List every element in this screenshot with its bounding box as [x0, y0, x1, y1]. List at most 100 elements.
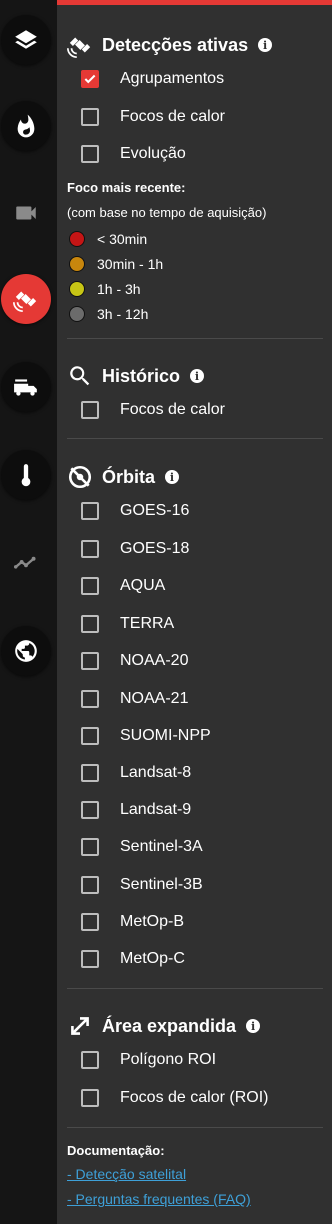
divider: [67, 338, 323, 339]
checkbox[interactable]: [81, 690, 99, 708]
option-sentinel-3b[interactable]: Sentinel-3B: [81, 874, 203, 896]
option-label: Agrupamentos: [120, 70, 225, 87]
option-label: Polígono ROI: [120, 1051, 217, 1068]
legend-label: 30min - 1h: [97, 256, 164, 272]
option-label: Evolução: [120, 145, 186, 162]
option-label: AQUA: [120, 577, 166, 594]
option-label: Focos de calor (ROI): [120, 1089, 269, 1106]
satellite-icon: [67, 32, 93, 58]
checkbox[interactable]: [81, 950, 99, 968]
fire-truck-button[interactable]: [1, 362, 51, 412]
legend-item: < 30min: [69, 230, 147, 248]
legend-label: 3h - 12h: [97, 306, 149, 322]
checkbox[interactable]: [81, 145, 99, 163]
divider: [67, 988, 323, 989]
option-label: MetOp-C: [120, 950, 185, 967]
legend-dot-red: [69, 231, 85, 247]
checkbox[interactable]: [81, 1089, 99, 1107]
layers-icon: [15, 30, 37, 49]
deteccoes-title: Detecções ativas i: [67, 32, 273, 58]
info-icon[interactable]: i: [246, 1019, 261, 1033]
accent-bar: [57, 0, 332, 5]
doc-link-faq[interactable]: - Perguntas frequentes (FAQ): [67, 1191, 251, 1207]
option-landsat-8[interactable]: Landsat-8: [81, 762, 191, 784]
tool-rail: [0, 0, 57, 1224]
option-focos-roi[interactable]: Focos de calor (ROI): [81, 1087, 268, 1109]
checkbox[interactable]: [81, 876, 99, 894]
option-landsat-9[interactable]: Landsat-9: [81, 799, 191, 821]
checkbox[interactable]: [81, 838, 99, 856]
option-label: MetOp-B: [120, 913, 185, 930]
checkbox[interactable]: [81, 1051, 99, 1069]
divider: [67, 438, 323, 439]
fire-button[interactable]: [1, 101, 51, 151]
option-aqua[interactable]: AQUA: [81, 575, 165, 597]
option-label: Sentinel-3B: [120, 876, 203, 893]
checkbox[interactable]: [81, 652, 99, 670]
legend-item: 1h - 3h: [69, 280, 141, 298]
documentation-title: Documentação:: [67, 1143, 165, 1158]
checkbox[interactable]: [81, 502, 99, 520]
option-evolucao[interactable]: Evolução: [81, 143, 186, 165]
option-label: Sentinel-3A: [120, 838, 203, 855]
doc-link-deteccao[interactable]: - Detecção satelital: [67, 1166, 186, 1182]
globe-icon: [15, 640, 37, 662]
option-label: NOAA-21: [120, 690, 189, 707]
historico-title-text: Histórico: [102, 365, 181, 386]
checkbox[interactable]: [81, 913, 99, 931]
legend-label: < 30min: [97, 231, 148, 247]
thermometer-button[interactable]: [1, 450, 51, 500]
line-chart-button[interactable]: [1, 537, 51, 587]
checkbox[interactable]: [81, 577, 99, 595]
option-goes-16[interactable]: GOES-16: [81, 500, 189, 522]
checkbox[interactable]: [81, 801, 99, 819]
option-sentinel-3a[interactable]: Sentinel-3A: [81, 836, 203, 858]
legend-item: 3h - 12h: [69, 305, 148, 323]
checkbox[interactable]: [81, 727, 99, 745]
option-label: Landsat-9: [120, 801, 192, 818]
option-label: Focos de calor: [120, 108, 225, 125]
option-poligono-roi[interactable]: Polígono ROI: [81, 1049, 216, 1071]
checkbox[interactable]: [81, 764, 99, 782]
satellite-panel: Detecções ativas i Agrupamentos Focos de…: [57, 0, 332, 1224]
info-icon[interactable]: i: [190, 369, 205, 383]
option-label: NOAA-20: [120, 652, 189, 669]
checkbox[interactable]: [81, 401, 99, 419]
checkbox[interactable]: [81, 540, 99, 558]
layers-button[interactable]: [1, 15, 51, 65]
camera-icon: [16, 206, 36, 220]
option-noaa-20[interactable]: NOAA-20: [81, 650, 188, 672]
orbita-title-text: Órbita: [102, 466, 156, 487]
option-label: Focos de calor: [120, 401, 225, 418]
option-label: GOES-18: [120, 540, 190, 557]
option-metop-c[interactable]: MetOp-C: [81, 948, 185, 970]
line-chart-icon: [13, 556, 36, 569]
option-terra[interactable]: TERRA: [81, 613, 174, 635]
checkbox[interactable]: [81, 108, 99, 126]
option-suomi-npp[interactable]: SUOMI-NPP: [81, 725, 211, 747]
camera-button[interactable]: [1, 188, 51, 238]
option-historico-focos[interactable]: Focos de calor: [81, 399, 225, 421]
checkbox-checked[interactable]: [81, 70, 99, 88]
option-agrupamentos[interactable]: Agrupamentos: [81, 68, 224, 90]
fire-truck-icon: [14, 379, 37, 396]
option-metop-b[interactable]: MetOp-B: [81, 911, 184, 933]
option-focos-de-calor[interactable]: Focos de calor: [81, 106, 225, 128]
option-label: GOES-16: [120, 502, 190, 519]
expand-icon: [67, 1013, 93, 1039]
orbit-off-icon: [67, 464, 93, 490]
info-icon[interactable]: i: [258, 38, 273, 52]
checkbox[interactable]: [81, 615, 99, 633]
option-goes-18[interactable]: GOES-18: [81, 538, 189, 560]
legend-subtitle: (com base no tempo de aquisição): [67, 205, 267, 220]
historico-title: Histórico i: [67, 363, 205, 389]
globe-button[interactable]: [1, 626, 51, 676]
search-icon: [67, 363, 93, 389]
orbita-title: Órbita i: [67, 464, 180, 490]
info-icon[interactable]: i: [165, 470, 180, 484]
deteccoes-title-text: Detecções ativas: [102, 34, 249, 55]
option-noaa-21[interactable]: NOAA-21: [81, 688, 188, 710]
legend-item: 30min - 1h: [69, 255, 163, 273]
option-label: Landsat-8: [120, 764, 192, 781]
satellite-button[interactable]: [1, 274, 51, 324]
